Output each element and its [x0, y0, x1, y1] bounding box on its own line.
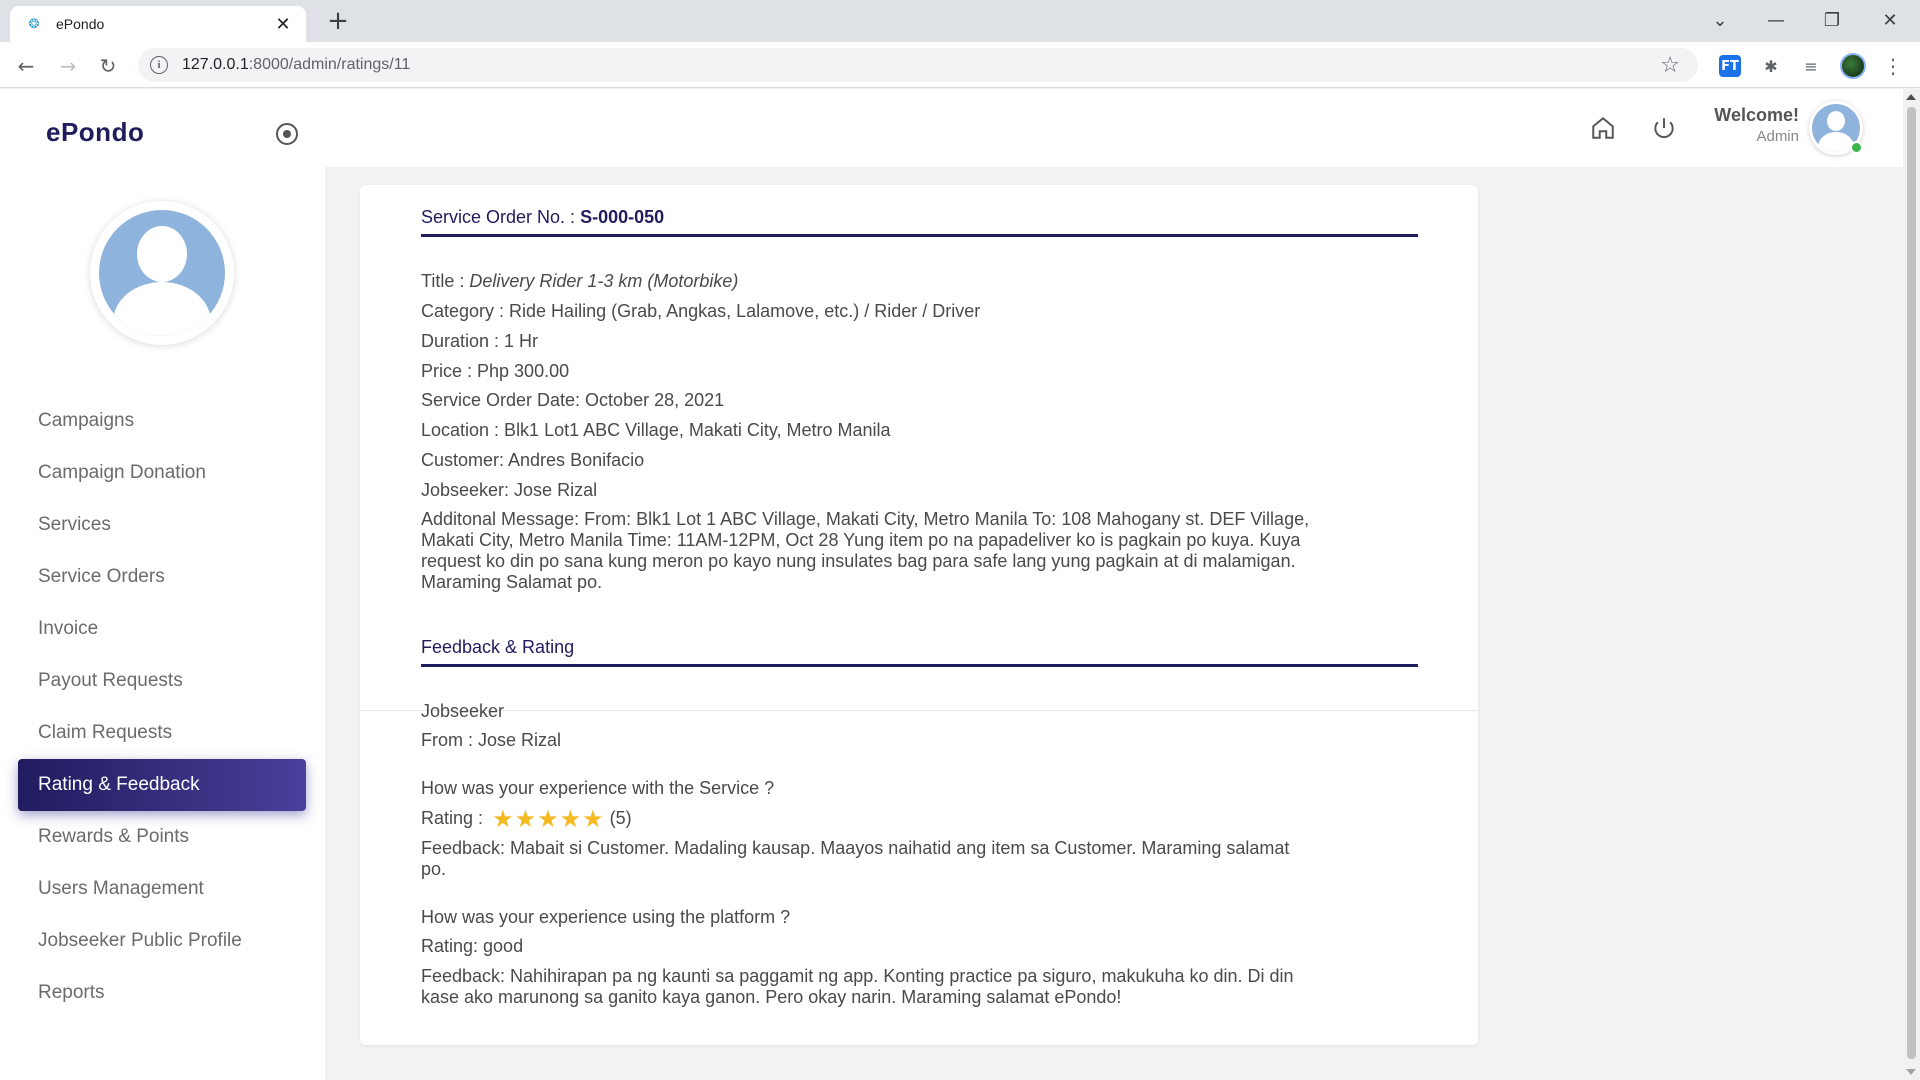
rating-detail-card: Service Order No. : S-000-050 Title : De…: [360, 185, 1478, 1045]
profile-avatar-icon[interactable]: [1840, 53, 1866, 79]
power-icon[interactable]: [1648, 112, 1680, 144]
order-customer: Customer: Andres Bonifacio: [421, 450, 645, 470]
rating-label: Rating :: [421, 808, 484, 828]
sidebar-item-jobseeker-public-profile[interactable]: Jobseeker Public Profile: [18, 915, 306, 967]
sidebar-item-rewards-points[interactable]: Rewards & Points: [18, 811, 306, 863]
order-message-3: request ko din po sana kung meron po kay…: [421, 551, 1296, 571]
sidebar-item-campaign-donation[interactable]: Campaign Donation: [18, 447, 306, 499]
scroll-down-icon[interactable]: [1906, 1069, 1916, 1075]
welcome-block: Welcome! Admin: [1714, 105, 1799, 145]
url-host: 127.0.0.1: [182, 56, 249, 73]
new-tab-button[interactable]: +: [324, 8, 352, 36]
address-bar[interactable]: i 127.0.0.1:8000/admin/ratings/11 ☆: [138, 48, 1698, 82]
feedback-from: From : Jose Rizal: [421, 730, 562, 750]
star-icon: ★: [559, 806, 582, 833]
browser-toolbar: ← → ↻ i 127.0.0.1:8000/admin/ratings/11 …: [0, 42, 1920, 88]
order-message-2: Makati City, Metro Manila Time: 11AM-12P…: [421, 530, 1301, 550]
extension-ft-icon[interactable]: FT: [1719, 55, 1741, 77]
back-icon[interactable]: ←: [10, 50, 42, 82]
order-date: Service Order Date: October 28, 2021: [421, 390, 725, 410]
brand-logo[interactable]: ePondo: [46, 117, 144, 148]
service-order-heading: Service Order No. : S-000-050: [421, 207, 1418, 237]
restore-button[interactable]: ❐: [1812, 4, 1852, 36]
admin-avatar: [90, 201, 234, 345]
rating-stars: ★ ★ ★ ★ ★: [492, 806, 605, 833]
title-label: Title :: [421, 271, 465, 291]
bookmark-star-icon[interactable]: ☆: [1660, 53, 1680, 78]
online-status-dot: [1850, 141, 1863, 154]
favicon-icon: ❂: [28, 16, 40, 32]
sidebar-item-reports[interactable]: Reports: [18, 967, 306, 1019]
site-info-icon[interactable]: i: [150, 56, 168, 74]
platform-feedback-2: kase ako marunong sa ganito kaya ganon. …: [421, 987, 1122, 1007]
order-title: Title : Delivery Rider 1-3 km (Motorbike…: [421, 271, 1421, 292]
service-rating: Rating : ★ ★ ★ ★ ★ (5): [421, 806, 1421, 833]
top-navbar: Welcome! Admin: [325, 89, 1903, 167]
sidebar-menu: Campaigns Campaign Donation Services Servic…: [18, 395, 306, 1019]
service-question: How was your experience with the Service…: [421, 778, 775, 798]
page: ePondo Campaigns Campaign Donation Service…: [0, 89, 1903, 1080]
page-scrollbar[interactable]: [1903, 89, 1920, 1080]
feedback-heading: Feedback & Rating: [421, 637, 1418, 667]
sidebar-item-claim-requests[interactable]: Claim Requests: [18, 707, 306, 759]
scroll-up-icon[interactable]: [1906, 94, 1916, 100]
user-role: Admin: [1756, 128, 1799, 145]
welcome-text: Welcome!: [1714, 105, 1799, 125]
sidebar-item-services[interactable]: Services: [18, 499, 306, 551]
minimize-button[interactable]: —: [1756, 4, 1796, 36]
url-text: 127.0.0.1:8000/admin/ratings/11: [182, 56, 410, 74]
browser-tab[interactable]: ❂ ePondo ✕: [10, 6, 306, 42]
extensions-puzzle-icon[interactable]: ✱: [1758, 53, 1784, 79]
platform-question: How was your experience using the platfo…: [421, 907, 791, 927]
forward-icon[interactable]: →: [52, 50, 84, 82]
order-category: Category : Ride Hailing (Grab, Angkas, L…: [421, 301, 981, 321]
order-message-4: Maraming Salamat po.: [421, 572, 603, 592]
tab-search-icon[interactable]: ⌄: [1700, 4, 1740, 36]
sidebar-item-campaigns[interactable]: Campaigns: [18, 395, 306, 447]
platform-rating: Rating: good: [421, 936, 524, 956]
order-price: Price : Php 300.00: [421, 361, 570, 381]
order-message-1: Additonal Message: From: Blk1 Lot 1 ABC …: [421, 509, 1310, 529]
media-control-icon[interactable]: ≡: [1798, 53, 1824, 79]
scroll-thumb[interactable]: [1907, 107, 1916, 1059]
rating-count: (5): [609, 808, 632, 828]
order-duration: Duration : 1 Hr: [421, 331, 539, 351]
sidebar-item-invoice[interactable]: Invoice: [18, 603, 306, 655]
platform-feedback-1: Feedback: Nahihirapan pa ng kaunti sa pa…: [421, 966, 1294, 986]
feedback-role: Jobseeker: [421, 701, 505, 721]
service-order-label: Service Order No. :: [421, 207, 576, 227]
service-feedback-1: Feedback: Mabait si Customer. Madaling k…: [421, 838, 1290, 858]
sidebar: ePondo Campaigns Campaign Donation Service…: [0, 89, 325, 1080]
tab-title: ePondo: [56, 16, 105, 32]
sidebar-toggle-icon[interactable]: [276, 123, 298, 145]
sidebar-item-rating-feedback[interactable]: Rating & Feedback: [18, 759, 306, 811]
url-path: :8000/admin/ratings/11: [248, 56, 411, 73]
close-window-button[interactable]: ✕: [1870, 4, 1910, 36]
star-icon: ★: [582, 806, 604, 833]
order-jobseeker: Jobseeker: Jose Rizal: [421, 480, 598, 500]
service-order-number: S-000-050: [580, 207, 665, 227]
sidebar-item-service-orders[interactable]: Service Orders: [18, 551, 306, 603]
home-icon[interactable]: [1587, 112, 1619, 144]
sidebar-item-users-management[interactable]: Users Management: [18, 863, 306, 915]
order-location: Location : Blk1 Lot1 ABC Village, Makati…: [421, 420, 891, 440]
reload-icon[interactable]: ↻: [92, 50, 124, 82]
sidebar-item-payout-requests[interactable]: Payout Requests: [18, 655, 306, 707]
star-icon: ★: [514, 806, 537, 833]
menu-kebab-icon[interactable]: ⋮: [1880, 53, 1906, 79]
star-icon: ★: [537, 806, 559, 833]
title-value: Delivery Rider 1-3 km (Motorbike): [469, 271, 739, 291]
close-tab-icon[interactable]: ✕: [272, 14, 294, 35]
service-feedback-2: po.: [421, 859, 447, 879]
browser-tab-bar: ❂ ePondo ✕ + ⌄ — ❐ ✕: [0, 0, 1920, 42]
star-icon: ★: [492, 806, 514, 833]
